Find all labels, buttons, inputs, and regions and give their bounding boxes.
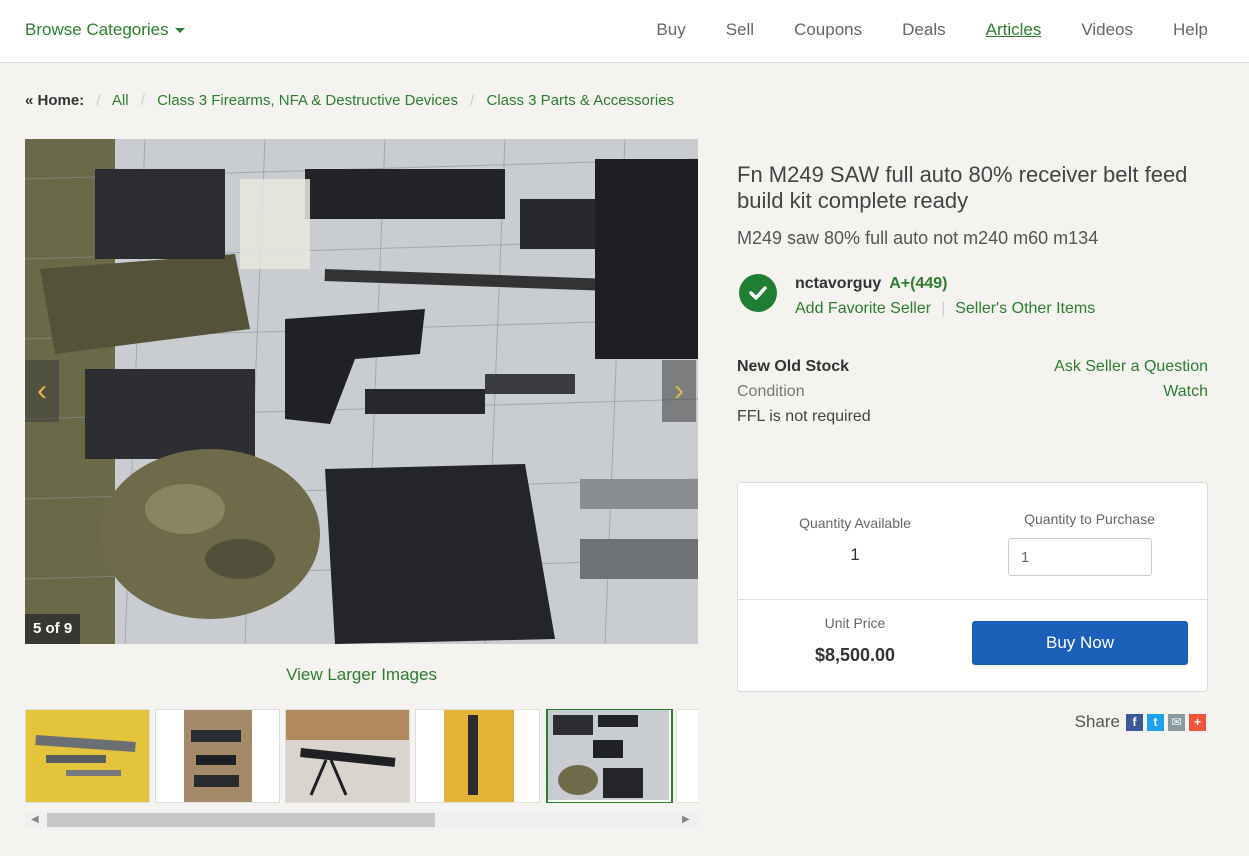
purchase-box: Quantity Available 1 Quantity to Purchas… xyxy=(737,482,1208,692)
breadcrumb-class3-parts[interactable]: Class 3 Parts & Accessories xyxy=(487,92,675,109)
email-icon[interactable]: ✉ xyxy=(1168,713,1185,731)
seller-other-items-link[interactable]: Seller's Other Items xyxy=(955,300,1095,317)
quantity-to-purchase-input[interactable] xyxy=(1008,538,1152,576)
thumbnail-image xyxy=(156,710,279,802)
link-divider: | xyxy=(941,300,946,317)
thumbnail-4[interactable] xyxy=(415,709,540,803)
thumbnail-scrollbar[interactable]: ◀ ▶ xyxy=(25,811,698,829)
main-product-image[interactable] xyxy=(25,139,698,644)
top-nav: Browse Categories Buy Sell Coupons Deals… xyxy=(0,0,1249,63)
listing-subtitle: M249 saw 80% full auto not m240 m60 m134 xyxy=(737,228,1099,248)
seller-info: nctavorguy A+(449) xyxy=(795,275,948,293)
twitter-icon[interactable]: t xyxy=(1147,713,1164,731)
caret-down-icon xyxy=(174,28,185,34)
checkmark-circle-icon xyxy=(739,274,777,312)
scrollbar-thumb[interactable] xyxy=(47,813,435,827)
share-label: Share xyxy=(1074,712,1120,731)
seller-links: Add Favorite Seller | Seller's Other Items xyxy=(795,300,1095,318)
breadcrumb-separator: / xyxy=(96,92,101,109)
breadcrumb-separator: / xyxy=(140,92,145,109)
breadcrumb-all[interactable]: All xyxy=(112,92,129,109)
thumbnail-image xyxy=(286,710,409,802)
nav-link-deals[interactable]: Deals xyxy=(902,20,945,40)
gallery-next-button[interactable]: › xyxy=(662,360,696,422)
ffl-notice: FFL is not required xyxy=(737,408,871,425)
condition-label: Condition xyxy=(737,383,805,400)
gallery-prev-button[interactable]: ‹ xyxy=(25,360,59,422)
nav-link-help[interactable]: Help xyxy=(1173,20,1208,40)
nav-links: Buy Sell Coupons Deals Articles Videos H… xyxy=(616,20,1208,40)
product-photo xyxy=(25,139,698,644)
nav-link-sell[interactable]: Sell xyxy=(726,20,754,40)
condition-value: New Old Stock xyxy=(737,358,850,375)
view-larger-images-link[interactable]: View Larger Images xyxy=(25,665,698,685)
nav-link-videos[interactable]: Videos xyxy=(1081,20,1133,40)
chevron-left-icon: ‹ xyxy=(37,374,47,407)
breadcrumb: « Home: / All / Class 3 Firearms, NFA & … xyxy=(25,92,674,109)
thumbnail-image xyxy=(548,710,669,800)
add-favorite-seller-link[interactable]: Add Favorite Seller xyxy=(795,300,931,317)
scroll-left-icon[interactable]: ◀ xyxy=(31,814,39,825)
unit-price-value: $8,500.00 xyxy=(814,645,896,665)
breadcrumb-separator: / xyxy=(470,92,475,109)
thumbnail-6[interactable] xyxy=(676,709,698,803)
quantity-available-label: Quantity Available xyxy=(799,515,911,531)
unit-price-label: Unit Price xyxy=(824,615,886,631)
quantity-available-value: 1 xyxy=(850,545,860,564)
breadcrumb-home[interactable]: « Home: xyxy=(25,92,84,109)
thumbnail-2[interactable] xyxy=(155,709,280,803)
buy-now-button[interactable]: Buy Now xyxy=(972,621,1188,665)
thumbnail-image xyxy=(26,710,149,802)
image-counter: 5 of 9 xyxy=(25,614,81,644)
chevron-right-icon: › xyxy=(674,374,684,407)
thumbnail-image xyxy=(416,710,539,802)
scroll-right-icon[interactable]: ▶ xyxy=(682,814,690,825)
nav-link-buy[interactable]: Buy xyxy=(656,20,685,40)
watch-link[interactable]: Watch xyxy=(1163,383,1208,401)
ask-seller-question-link[interactable]: Ask Seller a Question xyxy=(1054,358,1208,376)
nav-link-coupons[interactable]: Coupons xyxy=(794,20,862,40)
thumbnail-3[interactable] xyxy=(285,709,410,803)
browse-categories-dropdown[interactable]: Browse Categories xyxy=(25,20,185,40)
more-icon[interactable]: + xyxy=(1189,713,1206,731)
breadcrumb-class3-firearms[interactable]: Class 3 Firearms, NFA & Destructive Devi… xyxy=(157,92,458,109)
listing-title: Fn M249 SAW full auto 80% receiver belt … xyxy=(737,162,1188,213)
browse-categories-label: Browse Categories xyxy=(25,20,169,39)
seller-rating[interactable]: A+(449) xyxy=(889,275,947,292)
thumbnail-strip xyxy=(25,709,698,803)
share-bar: Share f t ✉ + xyxy=(1075,712,1206,732)
quantity-to-purchase-label: Quantity to Purchase xyxy=(1024,511,1155,527)
facebook-icon[interactable]: f xyxy=(1126,713,1143,731)
nav-link-articles[interactable]: Articles xyxy=(986,20,1042,40)
thumbnail-1[interactable] xyxy=(25,709,150,803)
thumbnail-5-selected[interactable] xyxy=(546,709,673,803)
purchase-divider xyxy=(738,599,1207,600)
seller-name[interactable]: nctavorguy xyxy=(795,275,881,292)
